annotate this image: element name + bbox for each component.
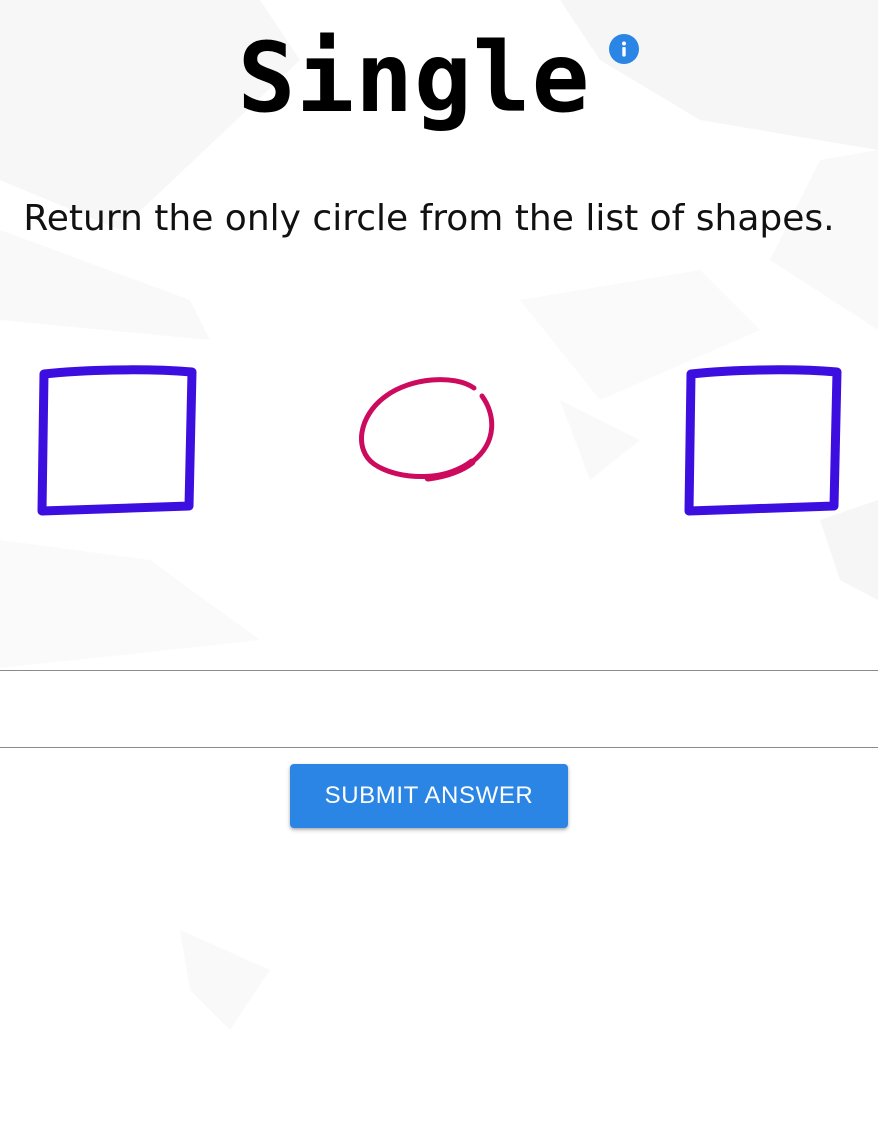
header: Single xyxy=(0,18,878,138)
shape-option-square-2[interactable] xyxy=(677,360,849,520)
submit-answer-button[interactable]: SUBMIT ANSWER xyxy=(290,764,568,828)
shape-option-square-1[interactable] xyxy=(32,360,204,520)
info-icon[interactable] xyxy=(609,34,639,64)
shape-option-circle[interactable] xyxy=(350,372,506,492)
puzzle-page: Single Return the only circle from the l… xyxy=(0,0,878,1133)
answer-drop-zone[interactable] xyxy=(0,670,878,748)
background-pattern xyxy=(0,0,878,1030)
instruction-text: Return the only circle from the list of … xyxy=(23,198,835,239)
page-title: Single xyxy=(237,22,591,134)
